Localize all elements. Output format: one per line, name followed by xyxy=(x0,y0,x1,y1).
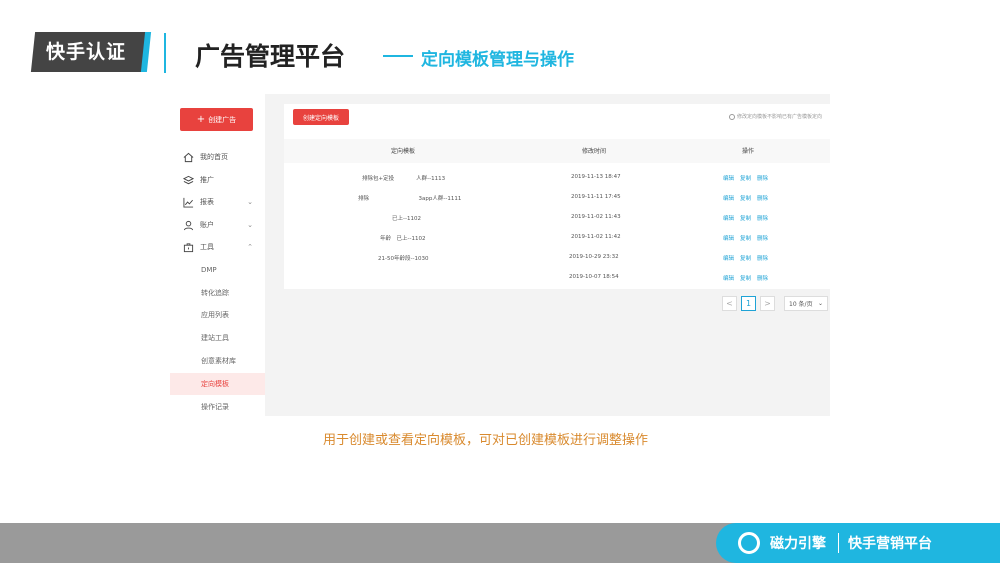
sidebar-subitem-label: DMP xyxy=(201,266,217,274)
modified-time: 2019-11-02 11:42 xyxy=(571,234,621,240)
row-actions: 编辑 复制 删除 xyxy=(723,194,768,202)
sidebar-subitem-targeting-templates[interactable]: 定向模板 xyxy=(170,373,265,395)
edit-link[interactable]: 编辑 xyxy=(723,274,734,282)
sidebar-subitem-conversion-tracking[interactable]: 转化追踪 xyxy=(170,282,265,304)
row-actions: 编辑 复制 删除 xyxy=(723,174,768,182)
chevron-down-icon: ⌄ xyxy=(817,300,823,307)
row-actions: 编辑 复制 删除 xyxy=(723,234,768,242)
sidebar-subitem-app-list[interactable]: 应用列表 xyxy=(170,304,265,326)
sidebar-subitem-label: 操作记录 xyxy=(201,403,229,411)
sidebar: + 创建广告 我的首页 推广 报表 ⌄ 账户 ⌄ 工具 ⌃ DMP 转化追踪 应… xyxy=(170,94,265,416)
page-size-value: 10 条/页 xyxy=(789,301,813,308)
modified-time: 2019-11-02 11:43 xyxy=(571,214,621,220)
hint-text: 修改定向模板不影响已有广告模板定向 xyxy=(736,114,822,120)
copy-link[interactable]: 复制 xyxy=(740,194,751,202)
certification-badge-label: 快手认证 xyxy=(46,41,127,63)
sidebar-subitem-label: 转化追踪 xyxy=(201,289,229,297)
page-1-button[interactable]: 1 xyxy=(741,296,756,311)
sidebar-subitem-label: 建站工具 xyxy=(201,334,229,342)
sidebar-item-account[interactable]: 账户 ⌄ xyxy=(170,214,265,236)
page-title: 广告管理平台 xyxy=(195,42,346,71)
modified-time: 2019-10-29 23:32 xyxy=(569,254,619,260)
modified-time: 2019-10-07 18:54 xyxy=(569,274,619,280)
edit-link[interactable]: 编辑 xyxy=(723,194,734,202)
sidebar-subitem-label: 应用列表 xyxy=(201,311,229,319)
sidebar-item-label: 账户 xyxy=(200,221,214,229)
template-name: 21-50年龄段--1030 xyxy=(378,256,429,262)
prev-page-button[interactable]: < xyxy=(722,296,737,311)
row-actions: 编辑 复制 删除 xyxy=(723,254,768,262)
delete-link[interactable]: 删除 xyxy=(757,254,768,262)
delete-link[interactable]: 删除 xyxy=(757,274,768,282)
chart-icon xyxy=(182,196,194,208)
page-size-select[interactable]: 10 条/页 ⌄ xyxy=(784,296,828,311)
column-header-modified-time: 修改时间 xyxy=(582,148,607,155)
sidebar-item-label: 报表 xyxy=(200,198,214,206)
edit-link[interactable]: 编辑 xyxy=(723,174,734,182)
copy-link[interactable]: 复制 xyxy=(740,214,751,222)
sidebar-subitem-creative-library[interactable]: 创意素材库 xyxy=(170,350,265,372)
chevron-down-icon: ⌄ xyxy=(247,221,253,229)
footer-separator xyxy=(838,533,839,553)
sidebar-item-reports[interactable]: 报表 ⌄ xyxy=(170,191,265,213)
sidebar-subitem-dmp[interactable]: DMP xyxy=(170,259,265,281)
column-header-actions: 操作 xyxy=(742,148,755,155)
row-actions: 编辑 复制 删除 xyxy=(723,214,768,222)
home-icon xyxy=(182,151,194,163)
sidebar-item-tools[interactable]: 工具 ⌃ xyxy=(170,236,265,258)
badge-accent xyxy=(140,32,152,72)
copy-link[interactable]: 复制 xyxy=(740,234,751,242)
sidebar-subitem-label: 定向模板 xyxy=(201,380,229,388)
slide-caption: 用于创建或查看定向模板，可对已创建模板进行调整操作 xyxy=(323,433,649,448)
title-dash xyxy=(383,55,413,57)
sidebar-item-label: 推广 xyxy=(200,176,214,184)
template-hint: 修改定向模板不影响已有广告模板定向 xyxy=(728,113,822,120)
sidebar-item-home[interactable]: 我的首页 xyxy=(170,146,265,168)
create-template-button[interactable]: 创建定向模板 xyxy=(293,109,349,125)
layers-icon xyxy=(182,174,194,186)
delete-link[interactable]: 删除 xyxy=(757,194,768,202)
sidebar-subitem-operation-log[interactable]: 操作记录 xyxy=(170,396,265,416)
template-name: 排除包+定投 人群--1113 xyxy=(362,176,446,182)
edit-link[interactable]: 编辑 xyxy=(723,234,734,242)
template-name: 已上--1102 xyxy=(392,216,421,222)
plus-icon: + xyxy=(196,114,206,125)
next-page-button[interactable]: > xyxy=(760,296,775,311)
info-icon xyxy=(728,113,735,120)
delete-link[interactable]: 删除 xyxy=(757,214,768,222)
sidebar-item-label: 我的首页 xyxy=(200,153,228,161)
footer-platform-name: 快手营销平台 xyxy=(848,536,932,552)
modified-time: 2019-11-11 17:45 xyxy=(571,194,621,200)
modified-time: 2019-11-13 18:47 xyxy=(571,174,621,180)
header-divider xyxy=(164,33,166,73)
brand-logo-icon xyxy=(738,532,760,554)
edit-link[interactable]: 编辑 xyxy=(723,254,734,262)
template-name: 排除 3app人群--1111 xyxy=(358,196,462,202)
sidebar-subitem-label: 创意素材库 xyxy=(201,357,236,365)
sidebar-item-label: 工具 xyxy=(200,243,214,251)
sidebar-subitem-site-builder[interactable]: 建站工具 xyxy=(170,327,265,349)
create-ad-button[interactable]: + 创建广告 xyxy=(180,108,253,131)
column-header-template: 定向模板 xyxy=(391,148,416,155)
copy-link[interactable]: 复制 xyxy=(740,174,751,182)
footer-brand-name: 磁力引擎 xyxy=(770,536,826,552)
user-icon xyxy=(182,219,194,231)
delete-link[interactable]: 删除 xyxy=(757,174,768,182)
copy-link[interactable]: 复制 xyxy=(740,254,751,262)
copy-link[interactable]: 复制 xyxy=(740,274,751,282)
template-name: 年龄 已上--1102 xyxy=(380,236,426,242)
delete-link[interactable]: 删除 xyxy=(757,234,768,242)
row-actions: 编辑 复制 删除 xyxy=(723,274,768,282)
edit-link[interactable]: 编辑 xyxy=(723,214,734,222)
page-subtitle: 定向模板管理与操作 xyxy=(421,50,574,70)
create-ad-label: 创建广告 xyxy=(208,115,237,124)
chevron-down-icon: ⌄ xyxy=(247,198,253,206)
sidebar-item-promotion[interactable]: 推广 xyxy=(170,169,265,191)
app-screenshot: + 创建广告 我的首页 推广 报表 ⌄ 账户 ⌄ 工具 ⌃ DMP 转化追踪 应… xyxy=(170,94,830,416)
chevron-up-icon: ⌃ xyxy=(247,243,253,251)
toolbox-icon xyxy=(182,241,194,253)
